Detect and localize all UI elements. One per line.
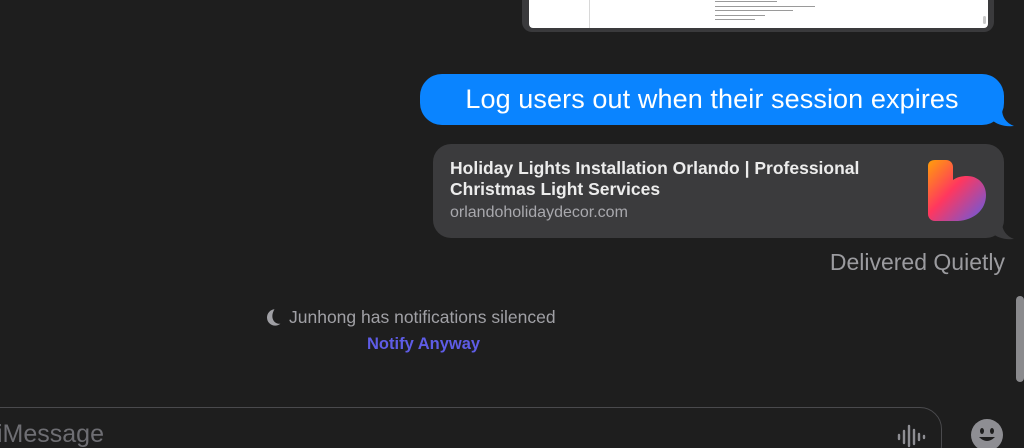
doc-line — [715, 5, 815, 7]
link-preview-title: Holiday Lights Installation Orlando | Pr… — [450, 158, 860, 199]
doc-line — [715, 10, 793, 11]
doc-line — [715, 14, 765, 16]
attachment-scroll-indicator — [983, 16, 986, 24]
bubble-tail-icon — [992, 109, 1014, 127]
sent-message-bubble[interactable]: Log users out when their session expires — [420, 74, 1004, 125]
notifications-silenced-notice: Junhong has notifications silenced — [262, 305, 556, 329]
moon-icon — [267, 309, 281, 326]
emoji-icon[interactable] — [970, 418, 1004, 448]
link-preview-card[interactable]: Holiday Lights Installation Orlando | Pr… — [433, 144, 1004, 238]
notify-anyway-button[interactable]: Notify Anyway — [367, 335, 480, 354]
heart-logo-icon — [928, 160, 986, 221]
delivery-status: Delivered Quietly — [829, 249, 1005, 275]
doc-line — [715, 1, 777, 2]
doc-line — [715, 19, 755, 20]
conversation-scrollbar[interactable] — [1016, 296, 1024, 382]
message-input-placeholder: iMessage — [0, 420, 104, 448]
link-preview-domain: orlandoholidaydecor.com — [450, 204, 628, 221]
image-attachment[interactable] — [522, 0, 994, 32]
message-text: Log users out when their session expires — [465, 84, 959, 114]
attachment-sidebar-panel — [529, 0, 590, 28]
waveform-icon[interactable] — [896, 424, 926, 448]
attachment-preview — [529, 0, 988, 28]
card-tail-icon — [992, 222, 1014, 240]
conversation-view: Log users out when their session expires… — [0, 0, 1024, 448]
attachment-text-lines — [715, 1, 835, 24]
silenced-text: Junhong has notifications silenced — [289, 306, 556, 327]
message-input[interactable]: iMessage — [0, 407, 942, 448]
